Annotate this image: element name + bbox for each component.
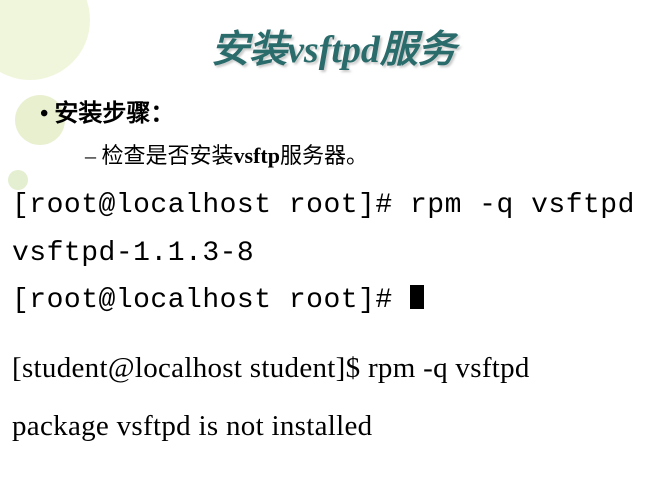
bullet-level-2-text-suffix: 服务器。 — [280, 143, 368, 168]
terminal-line: [student@localhost student]$ rpm -q vsft… — [12, 339, 667, 397]
bullet-level-2-bold: vsftp — [234, 143, 280, 168]
terminal-student-block: [student@localhost student]$ rpm -q vsft… — [12, 339, 667, 455]
terminal-line: [root@localhost root]# — [12, 277, 667, 325]
terminal-line: package vsftpd is not installed — [12, 397, 667, 455]
bullet-level-2-text-prefix: 检查是否安装 — [102, 143, 234, 168]
terminal-line: [root@localhost root]# rpm -q vsftpd — [12, 182, 667, 230]
slide-content: 安装vsftpd服务 安装步骤： 检查是否安装vsftp服务器。 [root@l… — [0, 0, 667, 455]
terminal-prompt: [root@localhost root]# — [12, 285, 410, 316]
slide-title: 安装vsftpd服务 — [0, 18, 667, 73]
cursor-icon — [410, 285, 424, 309]
terminal-root-block: [root@localhost root]# rpm -q vsftpd vsf… — [12, 182, 667, 325]
terminal-line: vsftpd-1.1.3-8 — [12, 230, 667, 278]
bullet-level-1: 安装步骤： — [40, 93, 667, 128]
bullet-level-2: 检查是否安装vsftp服务器。 — [85, 138, 667, 170]
